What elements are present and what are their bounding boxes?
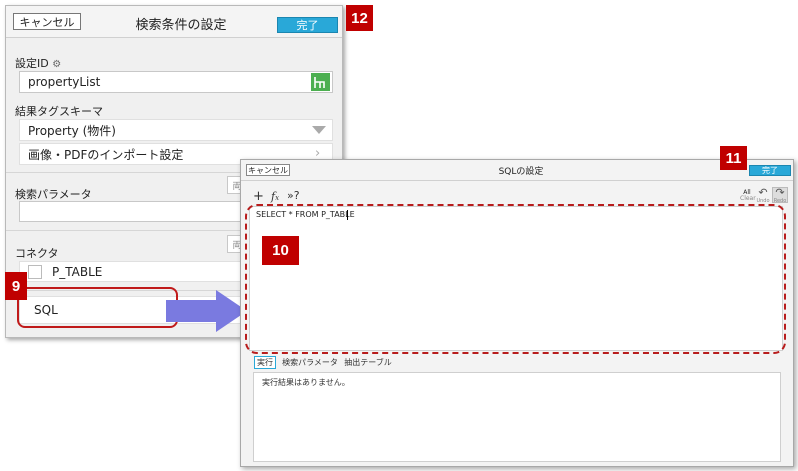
connector-value: P_TABLE (52, 264, 103, 279)
clear-label: Clear (740, 195, 756, 202)
undo-icon: ↶ (758, 186, 768, 199)
badge-11: 11 (720, 146, 747, 170)
setting-id-value: propertyList (28, 75, 101, 89)
function-icon[interactable]: fx (271, 190, 279, 203)
badge-12: 12 (346, 5, 373, 31)
template-icon[interactable] (311, 73, 330, 91)
help-icon[interactable]: »? (287, 189, 300, 202)
result-tag-schema-label: 結果タグスキーマ (15, 105, 103, 118)
done-button[interactable]: 完了 (749, 165, 791, 176)
undo-button[interactable]: ↶ Undo (756, 186, 770, 204)
search-params-input[interactable] (19, 201, 249, 222)
search-params-label: 検索パラメータ (15, 188, 92, 201)
result-text: 実行結果はありません。 (262, 378, 350, 387)
done-button[interactable]: 完了 (277, 17, 338, 33)
tab-run[interactable]: 実行 (254, 356, 276, 369)
redo-button[interactable]: ↷ Redo (772, 186, 788, 204)
setting-id-label: 設定ID ⚙ (15, 57, 62, 70)
connector-checkbox[interactable] (28, 264, 42, 279)
arrow-right-icon (166, 290, 247, 332)
redo-icon: ↷ (775, 186, 785, 199)
connector-label: コネクタ (15, 247, 59, 260)
chevron-down-icon (312, 126, 326, 134)
results-panel: 実行結果はありません。 (253, 372, 781, 462)
badge-10: 10 (262, 236, 299, 265)
import-setting-label: 画像・PDFのインポート設定 (28, 147, 184, 162)
clear-all-button[interactable]: All Clear (740, 190, 756, 202)
header-divider (241, 180, 793, 181)
tab-search-params[interactable]: 検索パラメータ (279, 356, 341, 369)
sql-highlight (17, 287, 178, 328)
tab-extract-table[interactable]: 抽出テーブル (343, 356, 393, 369)
add-icon[interactable]: + (253, 189, 264, 204)
cancel-button[interactable]: キャンセル (246, 164, 290, 176)
sql-editor-highlight (245, 204, 786, 354)
connector-row[interactable]: P_TABLE (19, 261, 249, 282)
schema-select[interactable]: Property (物件) (19, 119, 333, 141)
setting-id-input[interactable]: propertyList (19, 71, 333, 93)
cancel-button[interactable]: キャンセル (13, 13, 81, 30)
badge-9: 9 (5, 272, 27, 300)
dialog-title: 検索条件の設定 (135, 18, 227, 33)
dialog-title: SQLの設定 (498, 167, 544, 177)
schema-value: Property (物件) (28, 123, 116, 138)
gear-icon[interactable]: ⚙ (52, 59, 61, 70)
